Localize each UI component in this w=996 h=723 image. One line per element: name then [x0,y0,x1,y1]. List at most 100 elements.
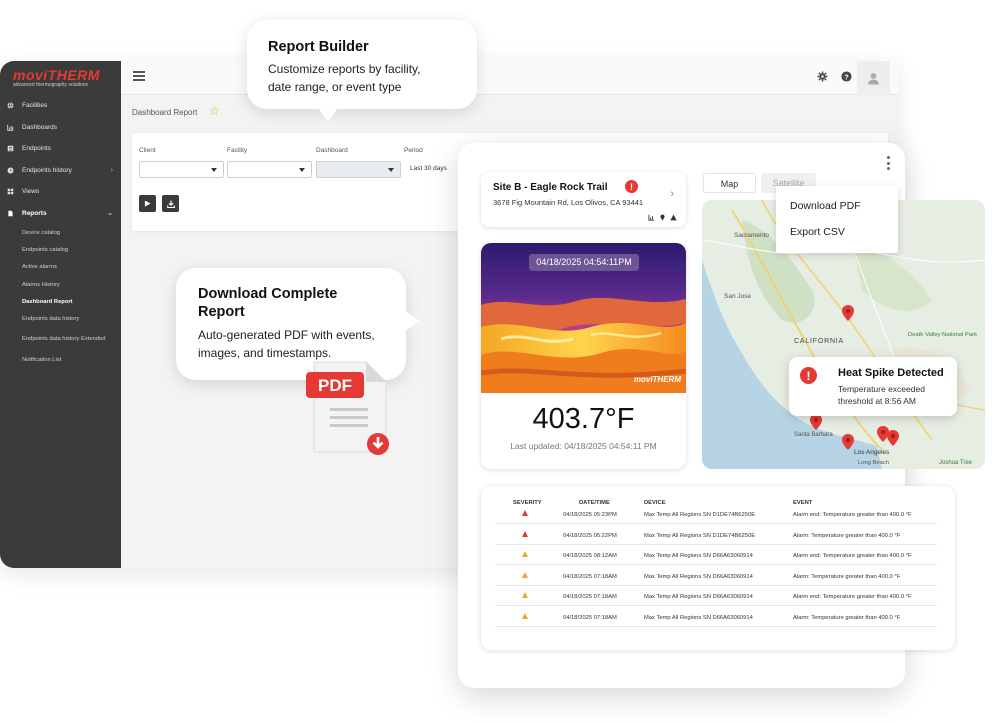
menu-item-download-pdf[interactable]: Download PDF [776,200,898,226]
sidebar-subitem-device-catalog[interactable]: Device catalog [0,224,121,241]
sidebar-item-dashboards[interactable]: Dashboards [0,117,121,139]
cell-datetime: 04/18/2025 07:18AM [563,594,617,600]
map-label-san-jose: San Jose [724,293,751,300]
table-row[interactable]: 04/18/2025 07:18AM Max Temp All Regions S… [495,586,937,606]
sidebar-subitem-notification-list[interactable]: Notification List [0,352,121,369]
chevron-down-icon: ⌄ [107,210,113,218]
map-label-joshua-tree: Joshua Tree [939,460,973,466]
facility-select[interactable] [227,161,312,178]
top-bar: ? [121,61,898,95]
cell-event: Alarm end: Temperature greater than 400.… [793,512,912,518]
thermal-timestamp: 04/18/2025 04:54:11PM [529,254,639,271]
last-updated: Last updated: 04/18/2025 04:54:11 PM [510,441,657,451]
sidebar-item-endpoints[interactable]: Endpoints [0,138,121,160]
table-row[interactable]: 04/18/2025 05:23PM Max Temp All Regions S… [495,504,937,524]
sidebar-item-facilities[interactable]: Facilities [0,95,121,117]
table-row[interactable]: 04/18/2025 05:22PM Max Temp All Regions S… [495,525,937,545]
sidebar-subitem-endpoints-data-history[interactable]: Endpoints data history [0,310,121,327]
alert-icon: ! [625,180,638,193]
cell-device: Max Temp All Regions SN D66A63060914 [644,614,753,621]
favorite-star-icon[interactable]: ☆ [209,104,220,118]
alert-text: Temperature exceeded threshold at 8:56 A… [838,384,925,406]
critical-severity-icon [522,530,528,537]
document-icon [8,210,13,217]
warning-severity-icon [522,592,528,598]
grid-icon [7,188,14,195]
menu-item-export-csv[interactable]: Export CSV [776,226,898,252]
dashboard-label: Dashboard [316,147,348,154]
pin-icon [660,214,665,221]
sidebar-item-views[interactable]: Views [0,181,121,203]
brand-logo[interactable]: moviTHERM advanced thermography solution… [0,61,121,95]
chart-icon [7,124,14,131]
sidebar-subitem-endpoints-catalog[interactable]: Endpoints catalog [0,241,121,258]
more-options-icon[interactable] [887,156,891,173]
site-card[interactable]: Site B - Eagle Rock Trail ! 3678 Fig Mou… [481,172,686,227]
sidebar-item-endpoints-history[interactable]: Endpoints history › [0,160,121,182]
site-name: Site B - Eagle Rock Trail [493,182,608,193]
site-address: 3678 Fig Mountain Rd, Los Olivos, CA 934… [493,198,644,207]
caret-down-icon [299,168,305,172]
cell-event: Alarm: Temperature greater than 400.0 °F [793,573,901,580]
map-label-long-beach: Long Beach [858,460,889,466]
cell-datetime: 04/18/2025 05:23PM [563,512,617,518]
sidebar-item-label: Endpoints history [22,166,72,174]
user-icon [868,72,879,84]
callout-title: Report Builder [268,39,369,55]
help-icon[interactable]: ? [841,71,852,82]
sidebar-item-reports[interactable]: Reports ⌄ [0,203,121,225]
chart-icon [648,214,655,221]
chevron-right-icon[interactable]: › [670,188,674,200]
dashboard-select[interactable] [316,161,401,178]
period-label: Period [404,147,423,154]
cell-datetime: 04/18/2025 05:22PM [563,532,617,539]
facility-label: Facility [227,147,248,154]
map-label-death-valley: Death Valley National Park [908,332,977,338]
alert-icon: ! [800,367,817,384]
map-label-california: CALIFORNIA [794,338,844,345]
warning-severity-icon [522,612,528,619]
run-report-button[interactable] [139,195,156,212]
sidebar-subitem-active-alarms[interactable]: Active alarms [0,259,121,276]
thermal-camera-card[interactable]: 04/18/2025 04:54:11PM moviTHERM 403.7°F … [481,243,686,469]
logo-tagline: advanced thermography solutions [13,82,89,88]
warning-severity-icon [522,571,528,578]
cell-event: Alarm: Temperature greater than 400.0 °F [793,614,901,621]
sidebar: moviTHERM advanced thermography solution… [0,61,121,568]
table-row[interactable]: 04/18/2025 08:12AM Max Temp All Regions S… [495,545,937,565]
period-value: Last 30 days [410,165,447,172]
events-table: SEVERITY DATE/TIME DEVICE EVENT 04/18/20… [481,486,955,650]
cell-datetime: 04/18/2025 07:18AM [563,573,617,580]
sidebar-subitem-dashboard-report[interactable]: Dashboard Report [0,293,121,310]
warning-icon [670,214,677,221]
cell-device: Max Temp All Regions SN D66A63060914 [644,553,753,559]
critical-severity-icon [522,510,528,516]
sidebar-item-label: Reports [22,209,47,217]
client-select[interactable] [139,161,224,178]
heat-spike-alert[interactable]: ! Heat Spike Detected Temperature exceed… [789,357,957,416]
export-menu: Download PDF Export CSV [776,186,898,253]
chevron-right-icon: › [110,166,113,174]
cell-device: Max Temp All Regions SN D1DE74B6250E [644,532,756,539]
tab-map[interactable]: Map [703,173,756,193]
sidebar-subitem-endpoints-data-history-extended[interactable]: Endpoints data history Extended [0,328,121,352]
thermal-watermark: moviTHERM [633,375,681,384]
site-status-icons [648,214,677,221]
sidebar-subitem-alarms-history[interactable]: Alarms History [0,276,121,293]
hamburger-menu-icon[interactable] [133,71,145,81]
gear-icon[interactable] [817,71,828,82]
cell-datetime: 04/18/2025 07:18AM [563,614,617,621]
cell-device: Max Temp All Regions SN D66A63060914 [644,573,753,580]
table-row[interactable]: 04/18/2025 07:18AM Max Temp All Regions S… [495,566,937,586]
cell-event: Alarm end: Temperature greater than 400.… [793,594,912,600]
callout-title: Download Complete Report [198,286,338,320]
map-label-sacramento: Sacramento [734,232,769,239]
sidebar-item-label: Views [22,188,40,196]
sidebar-item-label: Facilities [22,102,48,110]
table-row[interactable]: 04/18/2025 07:18AM Max Temp All Regions S… [495,607,937,627]
stage: moviTHERM advanced thermography solution… [0,0,996,723]
user-avatar[interactable] [857,61,890,95]
download-report-button[interactable] [162,195,179,212]
pdf-file-icon: PDF [306,361,389,455]
cell-event: Alarm: Temperature greater than 400.0 °F [793,532,901,539]
